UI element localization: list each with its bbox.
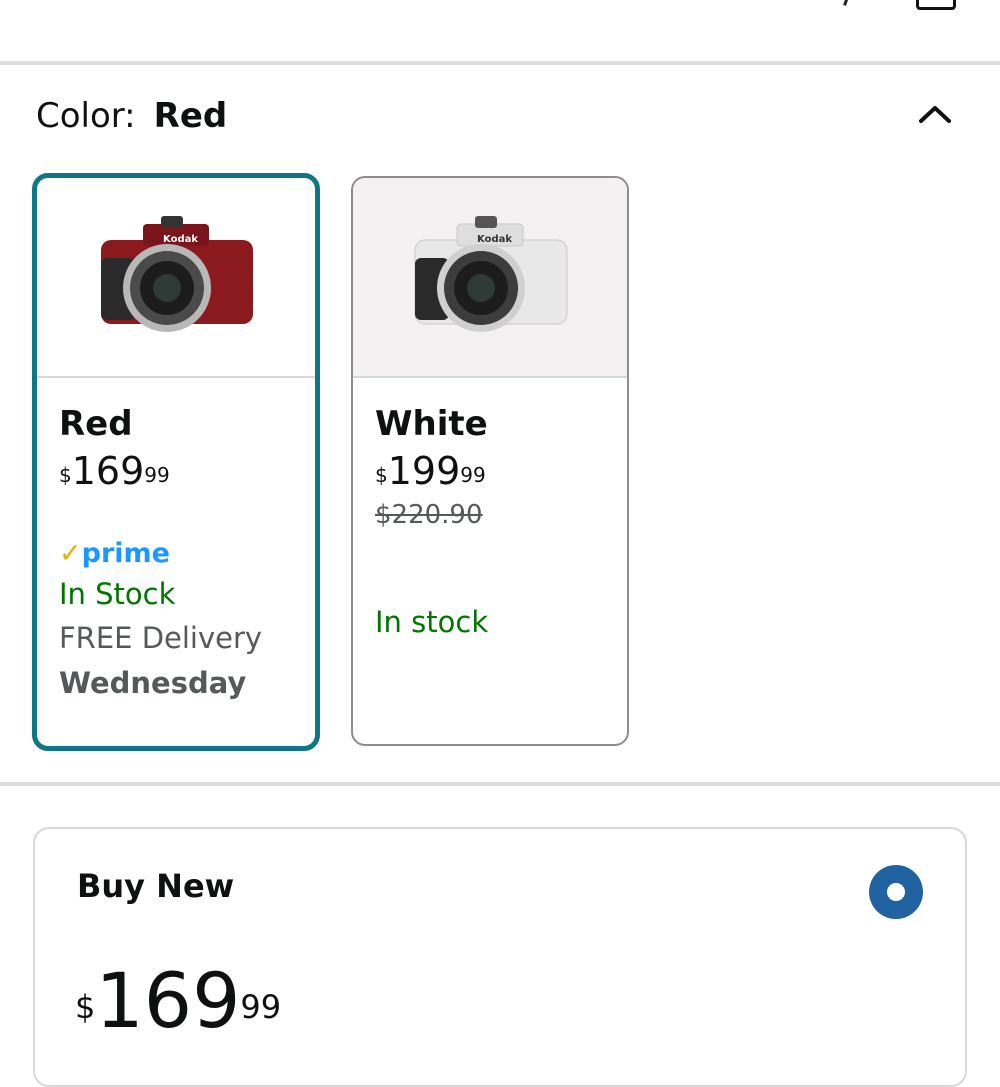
product-image-white: Kodak: [353, 178, 627, 378]
delivery-day: Wednesday: [59, 666, 247, 700]
color-option-red[interactable]: Kodak Red $16999 ✓prime In Stock FREE De…: [32, 173, 320, 751]
prime-check-icon: ✓: [59, 538, 82, 569]
buy-new-title: Buy New: [77, 867, 235, 905]
camera-logo: Kodak: [163, 234, 198, 245]
color-option-white[interactable]: Kodak White $19999 $220.90 In stock: [351, 176, 629, 746]
option-name: White: [375, 404, 488, 444]
color-selector-heading: Color: Red: [36, 96, 227, 136]
buy-new-card[interactable]: Buy New $16999: [33, 827, 967, 1087]
camera-red-image: Kodak: [101, 216, 253, 332]
buy-new-price: $16999: [75, 956, 282, 1045]
option-price: $19999: [375, 449, 486, 493]
color-selected-value: Red: [153, 96, 228, 136]
section-divider: [0, 782, 1000, 786]
option-name: Red: [59, 404, 133, 444]
list-price: $220.90: [375, 500, 483, 530]
camera-logo: Kodak: [477, 234, 512, 245]
buy-new-radio[interactable]: [869, 865, 923, 919]
option-price: $16999: [59, 449, 170, 493]
camera-white-image: Kodak: [414, 216, 568, 332]
header-strip: [0, 0, 1000, 60]
product-image-red: Kodak: [37, 178, 315, 378]
chevron-up-icon[interactable]: [918, 104, 952, 124]
header-icon-partial[interactable]: [833, 0, 850, 6]
delivery-text: FREE Delivery: [59, 621, 263, 655]
stock-status: In Stock: [59, 577, 176, 611]
section-divider: [0, 61, 1000, 65]
header-button-partial[interactable]: [916, 0, 956, 10]
prime-badge: ✓prime: [59, 538, 170, 569]
stock-status: In stock: [375, 605, 489, 639]
color-label: Color:: [36, 96, 136, 136]
